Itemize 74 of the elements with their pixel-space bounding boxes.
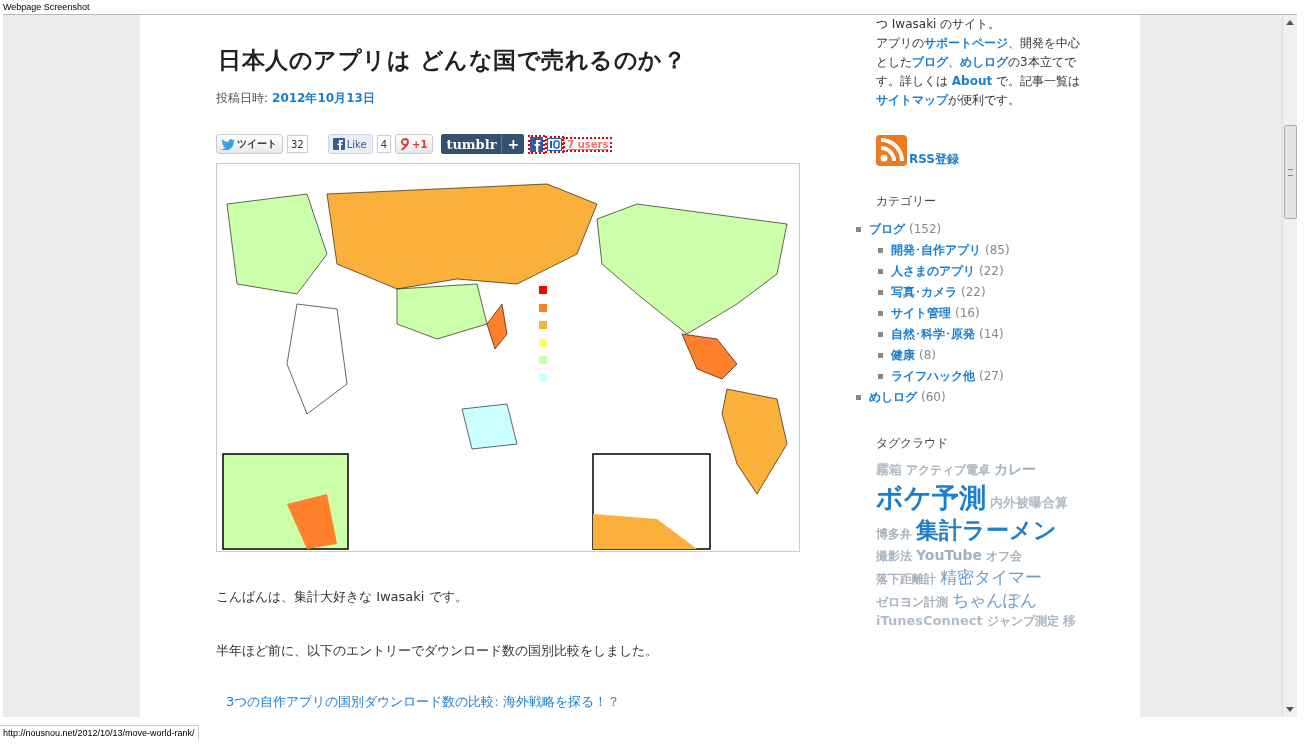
body-text: 半年ほど前に、以下のエントリーでダウンロード数の国別比較をしました。: [216, 642, 659, 660]
tag-link[interactable]: 撮影法: [876, 549, 912, 564]
plus-one-button[interactable]: +1: [395, 134, 434, 154]
tag-link[interactable]: 集計ラーメン: [916, 516, 1057, 545]
intro-text: つ Iwasaki のサイト。: [876, 16, 1002, 33]
tweet-count: 32: [287, 135, 308, 153]
tweet-button[interactable]: ツイート: [216, 134, 283, 154]
facebook-icon: [332, 138, 345, 150]
bullet-icon: [856, 395, 861, 400]
status-bar: http://nousnou.net/2012/10/13/move-world-rank/: [0, 725, 199, 740]
article-title: 日本人のアプリは どんな国で売れるのか？: [218, 46, 687, 75]
down-arrow-icon[interactable]: [1286, 707, 1294, 713]
tag-link[interactable]: アクティブ電卓: [906, 463, 990, 478]
category-count: (60): [921, 389, 946, 406]
rss-icon[interactable]: [876, 135, 907, 166]
category-link[interactable]: 人さまのアプリ: [891, 262, 975, 281]
facebook-icon[interactable]: [530, 136, 544, 152]
body-text: こんばんは、集計大好きな Iwasaki です。: [216, 588, 469, 606]
up-arrow-icon[interactable]: [1286, 19, 1294, 25]
tag-cloud-heading: タグクラウド: [876, 435, 949, 452]
category-count: (22): [961, 284, 986, 301]
date-label: 投稿日時:: [216, 90, 269, 107]
bird-icon: [221, 138, 235, 150]
bullet-icon: [856, 227, 861, 232]
bullet-icon: [878, 353, 883, 358]
category-link[interactable]: 健康: [891, 346, 915, 365]
category-count: (22): [979, 263, 1004, 280]
g-icon: [400, 137, 411, 151]
about-text: アプリのサポートページ、開発を中心としたブログ、めしログの3本立てです。詳しくは About で。記事一覧は サイトマップが便利です。: [876, 35, 1082, 109]
category-link[interactable]: 自然･科学･原発: [891, 325, 975, 344]
category-count: (16): [955, 305, 980, 322]
tag-link[interactable]: オフ会: [985, 549, 1022, 564]
category-link[interactable]: サイト管理: [891, 304, 951, 323]
category-count: (152): [909, 221, 942, 238]
bullet-icon: [878, 332, 883, 337]
tag-link[interactable]: ゼロヨン計測: [876, 594, 948, 610]
bookmark-users-link[interactable]: 7 users: [565, 138, 611, 150]
tag-link[interactable]: ちゃんぽん: [952, 589, 1037, 611]
rss-link[interactable]: RSS登録: [909, 152, 959, 166]
like-count: 4: [376, 135, 392, 153]
tag-link[interactable]: YouTube: [916, 547, 982, 565]
date-link[interactable]: 2012年10月13日: [272, 90, 375, 107]
about-link[interactable]: ブログ: [912, 55, 948, 69]
about-link[interactable]: About: [951, 74, 993, 88]
category-link[interactable]: めしログ: [869, 388, 917, 407]
scrollbar-thumb[interactable]: [1283, 125, 1297, 219]
bookmark-icon[interactable]: [547, 137, 563, 151]
category-count: (8): [919, 347, 936, 364]
category-link[interactable]: 開発･自作アプリ: [891, 241, 981, 260]
tag-link[interactable]: カレー: [994, 461, 1036, 479]
category-link[interactable]: ブログ: [869, 220, 905, 239]
window-title: Webpage Screenshot: [3, 2, 90, 12]
bullet-icon: [878, 269, 883, 274]
category-count: (27): [979, 368, 1004, 385]
bullet-icon: [878, 290, 883, 295]
about-link[interactable]: めしログ: [960, 55, 1008, 69]
tumblr-button[interactable]: tumblr +: [441, 134, 525, 154]
tag-link[interactable]: 博多弁: [876, 527, 912, 543]
categories-heading: カテゴリー: [876, 193, 937, 210]
category-count: (85): [985, 242, 1010, 259]
category-link[interactable]: ライフハック他: [891, 367, 975, 386]
entry-link[interactable]: 3つの自作アプリの国別ダウンロード数の比較: 海外戦略を探る！？: [226, 693, 800, 711]
category-count: (14): [979, 326, 1004, 343]
about-link[interactable]: サポートページ: [924, 36, 1008, 50]
tag-link[interactable]: 落下距離計: [876, 571, 936, 587]
like-button[interactable]: Like: [327, 134, 373, 154]
bullet-icon: [878, 248, 883, 253]
bullet-icon: [878, 374, 883, 379]
tag-link[interactable]: 精密タイマー: [940, 566, 1042, 588]
category-link[interactable]: 写真･カメラ: [891, 283, 957, 302]
about-link[interactable]: サイトマップ: [876, 93, 948, 107]
tag-link[interactable]: ボケ予測: [876, 480, 986, 515]
tag-link[interactable]: ジャンプ測定: [986, 614, 1059, 629]
bullet-icon: [878, 311, 883, 316]
